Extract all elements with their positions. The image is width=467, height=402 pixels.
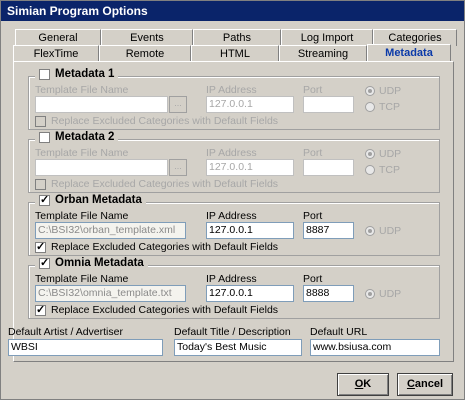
metadata1-replace-checkbox[interactable] [35, 115, 46, 127]
metadata2-template-label: Template File Name [35, 147, 129, 159]
metadata1-checkbox[interactable] [39, 68, 50, 80]
orban-template-label: Template File Name [35, 210, 129, 222]
orban-ip-label: IP Address [206, 210, 257, 222]
metadata2-replace-checkbox[interactable] [35, 178, 46, 190]
orban-checkbox[interactable] [39, 193, 50, 206]
orban-port-input[interactable]: 8887 [303, 222, 354, 239]
orban-ip-input[interactable]: 127.0.0.1 [206, 222, 294, 239]
tab-flextime[interactable]: FlexTime [13, 45, 99, 62]
tab-remote[interactable]: Remote [99, 45, 191, 62]
default-title-input[interactable]: Today's Best Music [174, 339, 302, 356]
tab-streaming[interactable]: Streaming [279, 45, 367, 62]
radio-dot [365, 165, 375, 175]
default-artist-label: Default Artist / Advertiser [8, 326, 123, 338]
metadata2-port-input[interactable] [303, 159, 354, 176]
metadata2-ip-input[interactable]: 127.0.0.1 [206, 159, 294, 176]
orban-title-label: Orban Metadata [55, 194, 142, 206]
radio-dot [365, 149, 375, 159]
tab-general[interactable]: General [15, 29, 101, 46]
metadata1-browse-button[interactable]: ... [169, 96, 187, 113]
replace-label: Replace Excluded Categories with Default… [51, 304, 279, 316]
metadata1-ip-label: IP Address [206, 84, 257, 96]
replace-label: Replace Excluded Categories with Default… [51, 241, 279, 253]
metadata2-title[interactable]: Metadata 2 [35, 131, 119, 143]
omnia-udp-radio[interactable]: UDP [365, 288, 401, 300]
omnia-template-input[interactable]: C:\BSI32\omnia_template.txt [35, 285, 186, 302]
default-url-input[interactable]: www.bsiusa.com [310, 339, 440, 356]
metadata2-replace-row[interactable]: Replace Excluded Categories with Default… [35, 178, 278, 190]
metadata1-title-label: Metadata 1 [55, 68, 115, 80]
metadata1-udp-radio[interactable]: UDP [365, 85, 401, 97]
metadata2-group: Metadata 2 Template File Name ... IP Add… [28, 131, 440, 193]
omnia-replace-checkbox[interactable] [35, 303, 46, 316]
ok-button[interactable]: OK [337, 373, 389, 396]
options-window: Simian Program Options General Events Pa… [0, 0, 465, 400]
tab-paths[interactable]: Paths [193, 29, 281, 46]
default-title-label: Default Title / Description [174, 326, 291, 338]
metadata1-port-label: Port [303, 84, 323, 96]
orban-replace-row[interactable]: Replace Excluded Categories with Default… [35, 240, 279, 253]
radio-dot [365, 86, 375, 96]
cancel-accel: C [406, 378, 415, 390]
metadata-panel: Metadata 1 Template File Name ... IP Add… [8, 61, 454, 362]
udp-label: UDP [379, 148, 402, 160]
omnia-ip-label: IP Address [206, 273, 257, 285]
omnia-port-label: Port [303, 273, 323, 285]
udp-label: UDP [379, 85, 402, 97]
metadata1-template-input[interactable] [35, 96, 168, 113]
default-url-label: Default URL [310, 326, 368, 338]
radio-dot [365, 289, 375, 299]
metadata1-port-input[interactable] [303, 96, 354, 113]
orban-group: Orban Metadata Template File Name C:\BSI… [28, 193, 440, 256]
udp-label: UDP [379, 225, 402, 237]
replace-label: Replace Excluded Categories with Default… [51, 115, 279, 127]
metadata2-checkbox[interactable] [39, 131, 50, 143]
metadata2-ip-label: IP Address [206, 147, 257, 159]
metadata1-replace-row[interactable]: Replace Excluded Categories with Default… [35, 115, 278, 127]
tab-html[interactable]: HTML [191, 45, 279, 62]
tab-log-import[interactable]: Log Import [281, 29, 373, 46]
metadata1-tcp-radio[interactable]: TCP [365, 101, 400, 113]
omnia-group: Omnia Metadata Template File Name C:\BSI… [28, 256, 440, 319]
tab-metadata[interactable]: Metadata [367, 44, 451, 62]
replace-label: Replace Excluded Categories with Default… [51, 178, 279, 190]
cancel-label: ancel [414, 378, 444, 390]
metadata2-tcp-radio[interactable]: TCP [365, 164, 400, 176]
metadata2-port-label: Port [303, 147, 323, 159]
omnia-replace-row[interactable]: Replace Excluded Categories with Default… [35, 303, 279, 316]
omnia-port-input[interactable]: 8888 [303, 285, 354, 302]
orban-udp-radio[interactable]: UDP [365, 225, 401, 237]
udp-label: UDP [379, 288, 402, 300]
omnia-ip-input[interactable]: 127.0.0.1 [206, 285, 294, 302]
omnia-title-label: Omnia Metadata [55, 257, 144, 269]
ok-accel: O [354, 378, 364, 390]
metadata2-title-label: Metadata 2 [55, 131, 115, 143]
cancel-button[interactable]: Cancel [397, 373, 453, 396]
ok-label: K [363, 378, 372, 390]
metadata1-group: Metadata 1 Template File Name ... IP Add… [28, 68, 440, 130]
orban-replace-checkbox[interactable] [35, 240, 46, 253]
metadata1-ip-input[interactable]: 127.0.0.1 [206, 96, 294, 113]
metadata1-template-label: Template File Name [35, 84, 129, 96]
metadata1-title[interactable]: Metadata 1 [35, 68, 119, 80]
omnia-template-label: Template File Name [35, 273, 129, 285]
omnia-checkbox[interactable] [39, 256, 50, 269]
tcp-label: TCP [379, 164, 400, 176]
radio-dot [365, 226, 375, 236]
window-title: Simian Program Options [1, 1, 464, 21]
metadata2-udp-radio[interactable]: UDP [365, 148, 401, 160]
orban-title[interactable]: Orban Metadata [35, 193, 146, 206]
tcp-label: TCP [379, 101, 400, 113]
orban-template-input[interactable]: C:\BSI32\orban_template.xml [35, 222, 186, 239]
omnia-title[interactable]: Omnia Metadata [35, 256, 148, 269]
metadata2-template-input[interactable] [35, 159, 168, 176]
tab-events[interactable]: Events [101, 29, 193, 46]
orban-port-label: Port [303, 210, 323, 222]
metadata2-browse-button[interactable]: ... [169, 159, 187, 176]
radio-dot [365, 102, 375, 112]
default-artist-input[interactable]: WBSI [8, 339, 163, 356]
